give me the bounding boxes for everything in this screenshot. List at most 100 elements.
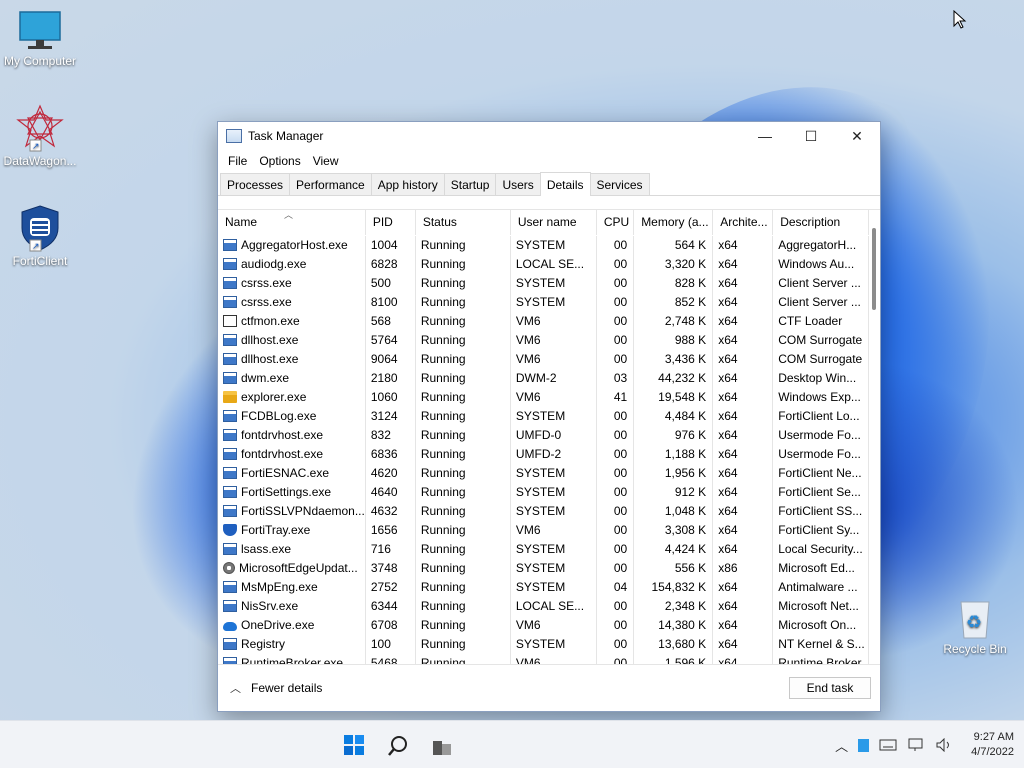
process-user: VM6 [510, 330, 597, 349]
column-header-row: ︿ Name PID Status User name CPU Memory (a… [218, 210, 870, 236]
chevron-up-icon[interactable]: ︿ [835, 736, 848, 755]
col-header-user-name[interactable]: User name [510, 210, 597, 236]
table-row[interactable]: dllhost.exe 9064 Running VM6 00 3,436 Kx64 COM… [218, 349, 870, 368]
table-row[interactable]: MicrosoftEdgeUpdat... 3748 Running SYSTEM 00… [218, 558, 870, 577]
minimize-button[interactable]: — [742, 122, 788, 150]
process-memory: 13,680 K [633, 634, 714, 653]
process-status: Running [415, 520, 511, 539]
table-row[interactable]: ctfmon.exe 568 Running VM6 00 2,748 Kx64 CTF L… [218, 311, 870, 330]
process-name: lsass.exe [218, 539, 366, 558]
desktop-icon-datawagon[interactable]: ↗ DataWagon... [0, 104, 80, 168]
table-row[interactable]: lsass.exe 716 Running SYSTEM 00 4,424 Kx64 Loc… [218, 539, 870, 558]
col-header-description[interactable]: Description [772, 210, 870, 236]
process-pid: 5764 [365, 330, 416, 349]
process-name: csrss.exe [218, 292, 366, 311]
keyboard-icon[interactable] [879, 739, 897, 751]
tab-services[interactable]: Services [589, 173, 650, 195]
desktop-icon-my-computer[interactable]: My Computer [0, 10, 80, 68]
datawagon-icon: ↗ [16, 104, 64, 152]
process-architecture: x64 [712, 387, 774, 406]
table-row[interactable]: fontdrvhost.exe 832 Running UMFD-0 00 976 Kx6… [218, 425, 870, 444]
col-header-cpu[interactable]: CPU [596, 210, 635, 236]
task-view-icon[interactable] [428, 731, 456, 759]
process-user: VM6 [510, 349, 597, 368]
fewer-details-toggle[interactable]: ︿ Fewer details [230, 680, 322, 696]
process-window-icon [223, 428, 237, 441]
table-row[interactable]: Registry 100 Running SYSTEM 00 13,680 Kx64 NT … [218, 634, 870, 653]
process-name: NisSrv.exe [218, 596, 366, 615]
table-row[interactable]: MsMpEng.exe 2752 Running SYSTEM 04 154,832 Kx… [218, 577, 870, 596]
table-row[interactable]: NisSrv.exe 6344 Running LOCAL SE... 00 2,348 … [218, 596, 870, 615]
tab-details[interactable]: Details [539, 172, 591, 196]
table-row[interactable]: FortiTray.exe 1656 Running VM6 00 3,308 Kx64 F… [218, 520, 870, 539]
table-row[interactable]: csrss.exe 500 Running SYSTEM 00 828 Kx64 Clien… [218, 273, 870, 292]
task-manager-window[interactable]: Task Manager — ☐ ✕ File Options View Pro… [217, 121, 881, 712]
table-row[interactable]: FCDBLog.exe 3124 Running SYSTEM 00 4,484 Kx64… [218, 406, 870, 425]
table-row[interactable]: FortiSSLVPNdaemon... 4632 Running SYSTEM 00 1… [218, 501, 870, 520]
table-row[interactable]: FortiSettings.exe 4640 Running SYSTEM 00 912 … [218, 482, 870, 501]
vertical-scrollbar[interactable] [872, 228, 876, 310]
menu-options[interactable]: Options [253, 154, 306, 168]
network-icon[interactable] [907, 738, 925, 752]
process-description: Client Server ... [772, 292, 870, 311]
svg-text:↗: ↗ [32, 141, 40, 151]
process-description: Usermode Fo... [772, 444, 870, 463]
desktop-icon-label: FortiClient [12, 254, 68, 268]
tray-app-icon[interactable] [858, 738, 870, 752]
tab-processes[interactable]: Processes [220, 173, 291, 195]
process-pid: 500 [365, 273, 416, 292]
volume-icon[interactable] [935, 738, 953, 752]
process-user: SYSTEM [510, 273, 597, 292]
table-row[interactable]: fontdrvhost.exe 6836 Running UMFD-2 00 1,188 … [218, 444, 870, 463]
menu-view[interactable]: View [307, 154, 345, 168]
process-pid: 2752 [365, 577, 416, 596]
mouse-cursor-icon [953, 10, 967, 29]
process-cpu: 00 [596, 330, 635, 349]
table-row[interactable]: OneDrive.exe 6708 Running VM6 00 14,380 Kx64 M… [218, 615, 870, 634]
process-window-icon [223, 542, 237, 555]
table-row[interactable]: audiodg.exe 6828 Running LOCAL SE... 00 3,320… [218, 254, 870, 273]
process-memory: 852 K [633, 292, 714, 311]
table-row[interactable]: csrss.exe 8100 Running SYSTEM 00 852 Kx64 Clie… [218, 292, 870, 311]
desktop-icon-forticlient[interactable]: ↗ FortiClient [0, 204, 80, 268]
end-task-button[interactable]: End task [789, 677, 871, 699]
process-architecture: x64 [712, 634, 774, 653]
process-status: Running [415, 330, 511, 349]
details-table: ︿ Name PID Status User name CPU Memory (a… [218, 210, 870, 665]
table-row[interactable]: FortiESNAC.exe 4620 Running SYSTEM 00 1,956 K… [218, 463, 870, 482]
table-row[interactable]: AggregatorHost.exe 1004 Running SYSTEM 00 564… [218, 235, 870, 254]
desktop-icon-recycle-bin[interactable]: ♻ Recycle Bin [935, 596, 1015, 656]
table-row[interactable]: dllhost.exe 5764 Running VM6 00 988 Kx64 COM S… [218, 330, 870, 349]
process-pid: 6708 [365, 615, 416, 634]
process-name: audiodg.exe [218, 254, 366, 273]
process-status: Running [415, 501, 511, 520]
title-bar[interactable]: Task Manager — ☐ ✕ [218, 122, 880, 150]
maximize-button[interactable]: ☐ [788, 122, 834, 150]
start-icon[interactable] [340, 731, 368, 759]
tab-performance[interactable]: Performance [289, 173, 372, 195]
menu-file[interactable]: File [222, 154, 253, 168]
col-header-memory[interactable]: Memory (a... [633, 210, 714, 236]
clock[interactable]: 9:27 AM 4/7/2022 [971, 730, 1014, 760]
process-cpu: 00 [596, 406, 635, 425]
tab-startup[interactable]: Startup [443, 173, 497, 195]
tab-users[interactable]: Users [495, 173, 541, 195]
process-name: FCDBLog.exe [218, 406, 366, 425]
col-header-architecture[interactable]: Archite... [712, 210, 774, 236]
process-memory: 1,188 K [633, 444, 714, 463]
col-header-pid[interactable]: PID [365, 210, 416, 236]
process-window-icon [223, 485, 237, 498]
process-window-icon [223, 238, 237, 251]
process-memory: 912 K [633, 482, 714, 501]
process-user: SYSTEM [510, 482, 597, 501]
col-header-status[interactable]: Status [415, 210, 511, 236]
col-header-name[interactable]: ︿ Name [218, 210, 366, 236]
close-button[interactable]: ✕ [834, 122, 880, 150]
table-row[interactable]: explorer.exe 1060 Running VM6 41 19,548 Kx64 W… [218, 387, 870, 406]
window-title: Task Manager [248, 129, 324, 143]
details-grid[interactable]: ︿ Name PID Status User name CPU Memory (a… [218, 209, 880, 665]
search-icon[interactable] [384, 731, 412, 759]
table-row[interactable]: dwm.exe 2180 Running DWM-2 03 44,232 Kx64 Desk… [218, 368, 870, 387]
tab-app-history[interactable]: App history [370, 173, 445, 195]
process-pid: 8100 [365, 292, 416, 311]
